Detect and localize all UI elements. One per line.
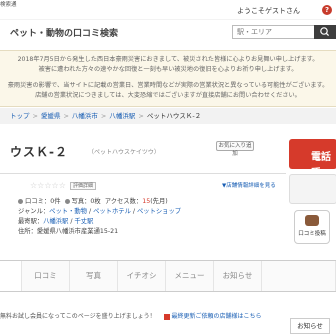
tab-reviews[interactable]: 口コミ — [22, 261, 70, 291]
photos-count[interactable]: 0枚 — [90, 198, 100, 205]
notice-line: 店舗の営業状況につきましては、大変恐縮ではございますが直接店舗にお問い合わせくだ… — [35, 92, 301, 99]
search-icon — [320, 27, 330, 37]
help-icon[interactable]: ? — [322, 5, 332, 15]
tab-top[interactable] — [0, 261, 22, 291]
stats-line: 口コミ：0件 写真：0枚 アクセス数：15(先月) — [18, 197, 181, 207]
site-kicker: 検索通 — [0, 2, 17, 8]
news-box[interactable]: お知らせ — [290, 318, 330, 334]
station-link[interactable]: 八幡浜駅 — [43, 218, 68, 225]
genre-link[interactable]: ペットショップ — [137, 208, 181, 215]
camera-icon — [64, 198, 70, 204]
disaster-notice: 2018年7月5日から発生した西日本豪雨災害におきまして、被災された皆様に心より… — [0, 50, 336, 107]
post-review-label: 口コミ投稿 — [298, 231, 326, 237]
rating-stars: ☆☆☆☆☆ — [30, 181, 66, 190]
site-title[interactable]: ペット・動物の口コミ検索 — [10, 26, 118, 39]
search-button[interactable] — [314, 25, 336, 39]
address-line: 住所：愛媛県八幡浜市産業通15-21 — [18, 228, 119, 235]
tab-news[interactable]: お知らせ — [214, 261, 262, 291]
rating-detail-button[interactable]: 評価詳細 — [70, 182, 96, 190]
divider — [0, 173, 286, 174]
logo-row: ペット・動物の口コミ検索 — [0, 20, 336, 44]
station-line: 最寄駅：八幡浜駅 / 千丈駅 — [18, 218, 94, 225]
notice-line: 2018年7月5日から発生した西日本豪雨災害におきまして、被災された皆様に心より… — [17, 56, 319, 63]
station-link[interactable]: 千丈駅 — [75, 218, 94, 225]
reviews-count[interactable]: 0件 — [50, 198, 60, 205]
shop-tabs: 口コミ 写真 イチオシ メニュー お知らせ — [0, 260, 336, 292]
breadcrumb-item[interactable]: 八幡浜駅 — [109, 112, 135, 120]
breadcrumb-item[interactable]: 愛媛県 — [41, 112, 61, 120]
footer-note: 無料お試し会員になってこのページを盛り上げましょう！ 最終更新ご依頼の店舗様はこ… — [0, 311, 262, 320]
area-search-input[interactable] — [232, 25, 315, 39]
shop-name: ウスＫ-２ — [10, 145, 68, 159]
secondary-action-box[interactable] — [289, 174, 336, 204]
breadcrumb-item[interactable]: 八幡浜市 — [72, 112, 98, 120]
post-review-button[interactable]: 口コミ投稿 — [294, 210, 330, 244]
update-icon — [163, 313, 170, 320]
notice-line: 被害に遭われた方々の速やかな回復と一刻も早い被災地の復旧を心よりお祈り申し上げま… — [38, 66, 298, 73]
tab-more[interactable] — [262, 261, 336, 291]
tab-photos[interactable]: 写真 — [70, 261, 118, 291]
member-promo: 無料お試し会員になってこのページを盛り上げましょう！ — [0, 313, 156, 320]
genre-line: ジャンル：ペット・動物 / ペットホテル / ペットショップ — [18, 208, 182, 215]
genre-link[interactable]: ペット・動物 — [49, 208, 87, 215]
notice-line: 豪雨災害の影響で、当サイトに記載の営業日、営業時間などが実際の営業状況と異なって… — [7, 82, 329, 89]
welcome-text: ようこそゲストさん — [237, 7, 300, 15]
add-favorite-button[interactable]: お気に入り追加 — [216, 141, 254, 157]
tab-recommend[interactable]: イチオシ — [118, 261, 166, 291]
top-strip: 検索通 ようこそゲストさん ? — [0, 0, 336, 20]
genre-link[interactable]: ペットホテル — [93, 208, 131, 215]
review-icon — [18, 198, 23, 204]
speech-bubble-icon — [305, 215, 319, 226]
shop-detail-link[interactable]: ▼店舗情報詳細を見る — [222, 181, 276, 189]
breadcrumb-current: ペットハウスＫ-２ — [146, 112, 202, 120]
breadcrumb: トップ > 愛媛県 > 八幡浜市 > 八幡浜駅 > ペットハウスＫ-２ — [0, 108, 336, 124]
tab-menu[interactable]: メニュー — [166, 261, 214, 291]
breadcrumb-item[interactable]: トップ — [10, 112, 30, 120]
shop-info: 口コミ：0件 写真：0枚 アクセス数：15(先月) ジャンル：ペット・動物 / … — [18, 197, 181, 237]
update-request-link[interactable]: 最終更新ご依頼の店舗様はこちら — [172, 313, 262, 320]
phone-button[interactable]: 電話で — [289, 139, 336, 178]
shop-address: 愛媛県八幡浜市産業通15-21 — [36, 228, 119, 235]
shop-kana: （ペットハウスケイツウ） — [88, 149, 160, 156]
